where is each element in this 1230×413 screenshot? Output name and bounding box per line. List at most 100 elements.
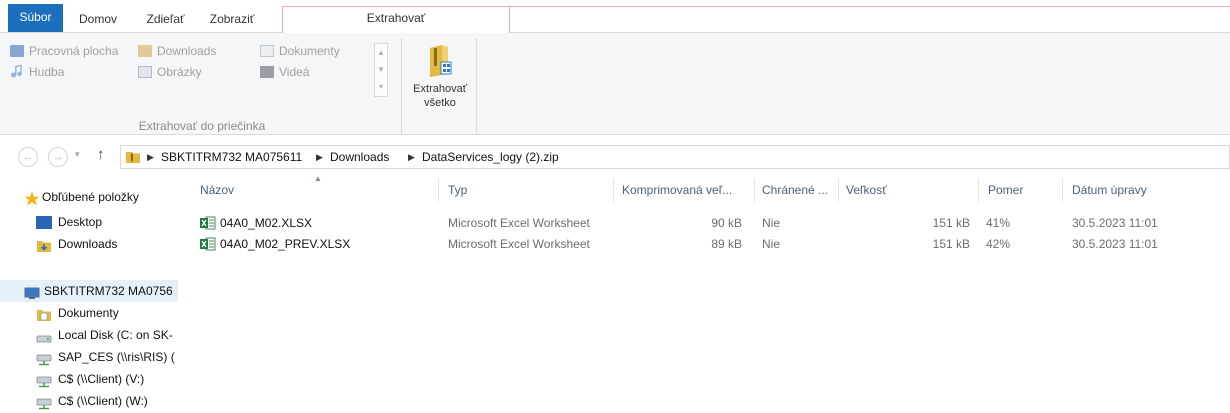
file-size: 151 kB <box>932 216 970 230</box>
location-documents[interactable]: Dokumenty <box>260 41 340 61</box>
column-header-modified[interactable]: Dátum úpravy <box>1072 176 1147 204</box>
downloads-folder-icon <box>36 238 52 252</box>
gallery-down-icon[interactable]: ▼ <box>375 61 387 78</box>
network-drive-icon <box>36 351 52 366</box>
breadcrumb-chevron-icon[interactable]: ▶ <box>408 146 415 168</box>
video-film-icon <box>260 66 274 78</box>
address-bar[interactable]: ▶ SBKTITRM732 MA075611 ▶ Downloads ▶ Dat… <box>120 145 1230 169</box>
documents-icon <box>260 45 274 57</box>
tool-tab-accent-line <box>510 6 1230 7</box>
column-divider[interactable] <box>1062 178 1063 202</box>
network-drive-icon <box>36 329 52 343</box>
nav-item-downloads[interactable]: Downloads <box>0 233 178 255</box>
file-name: 04A0_M02.XLSX <box>220 216 313 230</box>
forward-arrow-icon[interactable]: → <box>48 147 68 167</box>
column-divider[interactable] <box>754 178 755 202</box>
column-header-type[interactable]: Typ <box>448 176 467 204</box>
ribbon-group-divider-2 <box>476 38 477 134</box>
file-name: 04A0_M02_PREV.XLSX <box>220 237 351 251</box>
tab-extract[interactable]: Extrahovať <box>282 6 510 33</box>
network-drive-icon <box>36 395 52 410</box>
file-protected: Nie <box>762 237 781 251</box>
location-videos-label: Videá <box>279 65 310 79</box>
location-desktop[interactable]: Pracovná plocha <box>10 41 118 61</box>
breadcrumb-zip[interactable]: DataServices_logy (2).zip <box>422 146 559 168</box>
column-header-name[interactable]: Názov <box>200 176 234 204</box>
documents-folder-icon <box>36 307 52 321</box>
location-downloads[interactable]: Downloads <box>138 41 216 61</box>
tab-share[interactable]: Zdieľať <box>138 6 193 32</box>
nav-item-local-disk-label: Local Disk (C: on SK- <box>58 328 173 342</box>
column-divider[interactable] <box>438 178 439 202</box>
nav-item-sap[interactable]: SAP_CES (\\ris\RIS) ( <box>0 346 178 368</box>
location-downloads-label: Downloads <box>157 44 217 58</box>
navigation-bar: ← → ▾ ↑ ▶ SBKTITRM732 MA075611 ▶ Downloa… <box>0 143 1230 171</box>
recent-locations-chevron-icon[interactable]: ▾ <box>75 149 80 160</box>
breadcrumb-chevron-icon[interactable]: ▶ <box>316 146 323 168</box>
column-header-protected[interactable]: Chránené ... <box>762 176 828 204</box>
file-compressed-size: 90 kB <box>711 216 742 230</box>
nav-item-client-w[interactable]: C$ (\\Client) (W:) <box>0 390 178 412</box>
tab-view[interactable]: Zobraziť <box>196 6 268 32</box>
column-divider[interactable] <box>978 178 979 202</box>
computer-icon <box>24 285 40 299</box>
nav-item-computer[interactable]: SBKTITRM732 MA0756 <box>0 280 178 302</box>
navigation-pane: Obľúbené položky Desktop Downloads SBKTI… <box>0 176 178 413</box>
location-music[interactable]: Hudba <box>10 62 64 82</box>
file-protected: Nie <box>762 216 781 230</box>
pictures-icon <box>138 66 152 78</box>
breadcrumb-computer[interactable]: SBKTITRM732 MA075611 <box>161 146 302 168</box>
tab-home[interactable]: Domov <box>68 6 128 32</box>
extract-all-button[interactable]: Extrahovať všetko <box>408 40 472 110</box>
nav-item-client-v[interactable]: C$ (\\Client) (V:) <box>0 368 178 390</box>
location-pictures[interactable]: Obrázky <box>138 62 202 82</box>
excel-file-icon <box>200 237 216 251</box>
up-arrow-icon[interactable]: ↑ <box>97 146 105 163</box>
music-note-icon <box>10 64 24 78</box>
location-videos[interactable]: Videá <box>260 62 309 82</box>
breadcrumb-downloads[interactable]: Downloads <box>330 146 389 168</box>
network-drive-icon <box>36 373 52 388</box>
sort-ascending-icon: ▲ <box>314 174 322 183</box>
nav-item-client-w-label: C$ (\\Client) (W:) <box>58 394 148 408</box>
extract-all-label-line1: Extrahovať <box>413 83 467 95</box>
table-row[interactable]: 04A0_M02_PREV.XLSX Microsoft Excel Works… <box>180 234 1230 254</box>
tab-file[interactable]: Súbor <box>8 4 63 33</box>
file-size: 151 kB <box>932 237 970 251</box>
nav-item-documents-label: Dokumenty <box>58 306 119 320</box>
back-arrow-icon[interactable]: ← <box>18 147 38 167</box>
location-desktop-label: Pracovná plocha <box>29 44 119 58</box>
gallery-up-icon[interactable]: ▲ <box>375 44 387 61</box>
column-header-size[interactable]: Veľkosť <box>846 176 887 204</box>
location-pictures-label: Obrázky <box>157 65 202 79</box>
file-compressed-size: 89 kB <box>711 237 742 251</box>
nav-item-favorites[interactable]: Obľúbené položky <box>0 186 178 208</box>
column-header-ratio[interactable]: Pomer <box>988 176 1023 204</box>
gallery-expand-icon[interactable]: ▾ <box>375 78 387 95</box>
nav-item-downloads-label: Downloads <box>58 237 118 251</box>
nav-item-favorites-label: Obľúbené položky <box>42 190 139 204</box>
column-divider[interactable] <box>613 178 614 202</box>
file-modified: 30.5.2023 11:01 <box>1072 216 1158 230</box>
column-divider[interactable] <box>838 178 839 202</box>
column-header-compressed[interactable]: Komprimovaná veľ... <box>622 176 732 204</box>
extract-all-zip-icon <box>428 44 452 78</box>
nav-item-client-v-label: C$ (\\Client) (V:) <box>58 372 145 386</box>
table-row[interactable]: 04A0_M02.XLSX Microsoft Excel Worksheet … <box>180 213 1230 233</box>
nav-item-desktop[interactable]: Desktop <box>0 211 178 233</box>
file-type: Microsoft Excel Worksheet <box>448 237 590 251</box>
nav-item-desktop-label: Desktop <box>58 215 103 229</box>
nav-item-documents[interactable]: Dokumenty <box>0 302 178 324</box>
gallery-scroller[interactable]: ▲ ▼ ▾ <box>374 43 388 97</box>
nav-item-local-disk[interactable]: Local Disk (C: on SK- <box>0 324 178 346</box>
desktop-icon <box>36 216 52 229</box>
downloads-folder-icon <box>138 45 152 57</box>
file-modified: 30.5.2023 11:01 <box>1072 237 1158 251</box>
breadcrumb-chevron-icon[interactable]: ▶ <box>147 146 154 168</box>
star-icon <box>24 191 40 206</box>
file-type: Microsoft Excel Worksheet <box>448 216 590 230</box>
location-music-label: Hudba <box>29 65 65 79</box>
location-documents-label: Dokumenty <box>279 44 340 58</box>
file-ratio: 42% <box>986 237 1011 251</box>
extract-all-label-line2: všetko <box>424 97 456 109</box>
